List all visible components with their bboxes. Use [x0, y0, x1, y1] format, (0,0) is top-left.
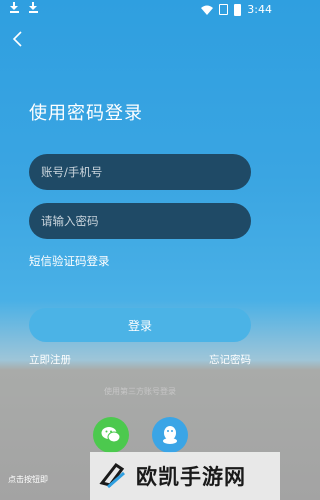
qq-login-button[interactable] — [152, 417, 188, 453]
download-icon — [29, 2, 38, 13]
agreement-text: 点击按钮即 — [8, 475, 48, 484]
wechat-login-button[interactable] — [93, 417, 129, 453]
battery-icon — [234, 3, 242, 16]
sms-login-link[interactable]: 短信验证码登录 — [29, 253, 110, 269]
qq-icon — [163, 426, 177, 444]
status-time: 3:44 — [247, 3, 272, 16]
login-button[interactable]: 登录 — [29, 308, 251, 342]
password-input[interactable]: 请输入密码 — [29, 203, 251, 239]
page-title: 使用密码登录 — [29, 103, 143, 124]
account-placeholder: 账号/手机号 — [41, 165, 103, 179]
back-arrow-icon[interactable] — [10, 30, 26, 48]
watermark-text: 欧凯手游网 — [136, 465, 246, 489]
wifi-icon — [201, 5, 214, 15]
account-input[interactable]: 账号/手机号 — [29, 154, 251, 190]
watermark: 欧凯手游网 — [90, 452, 280, 500]
third-party-label: 使用第三方账号登录 — [104, 387, 176, 396]
forgot-password-link[interactable]: 忘记密码 — [209, 352, 251, 367]
status-bar: 3:44 — [0, 0, 280, 20]
no-sim-icon — [219, 4, 229, 15]
watermark-logo-icon — [99, 462, 125, 489]
download-icon — [10, 2, 19, 13]
password-placeholder: 请输入密码 — [41, 214, 99, 228]
register-link[interactable]: 立即注册 — [29, 352, 71, 367]
wechat-icon — [101, 427, 121, 443]
